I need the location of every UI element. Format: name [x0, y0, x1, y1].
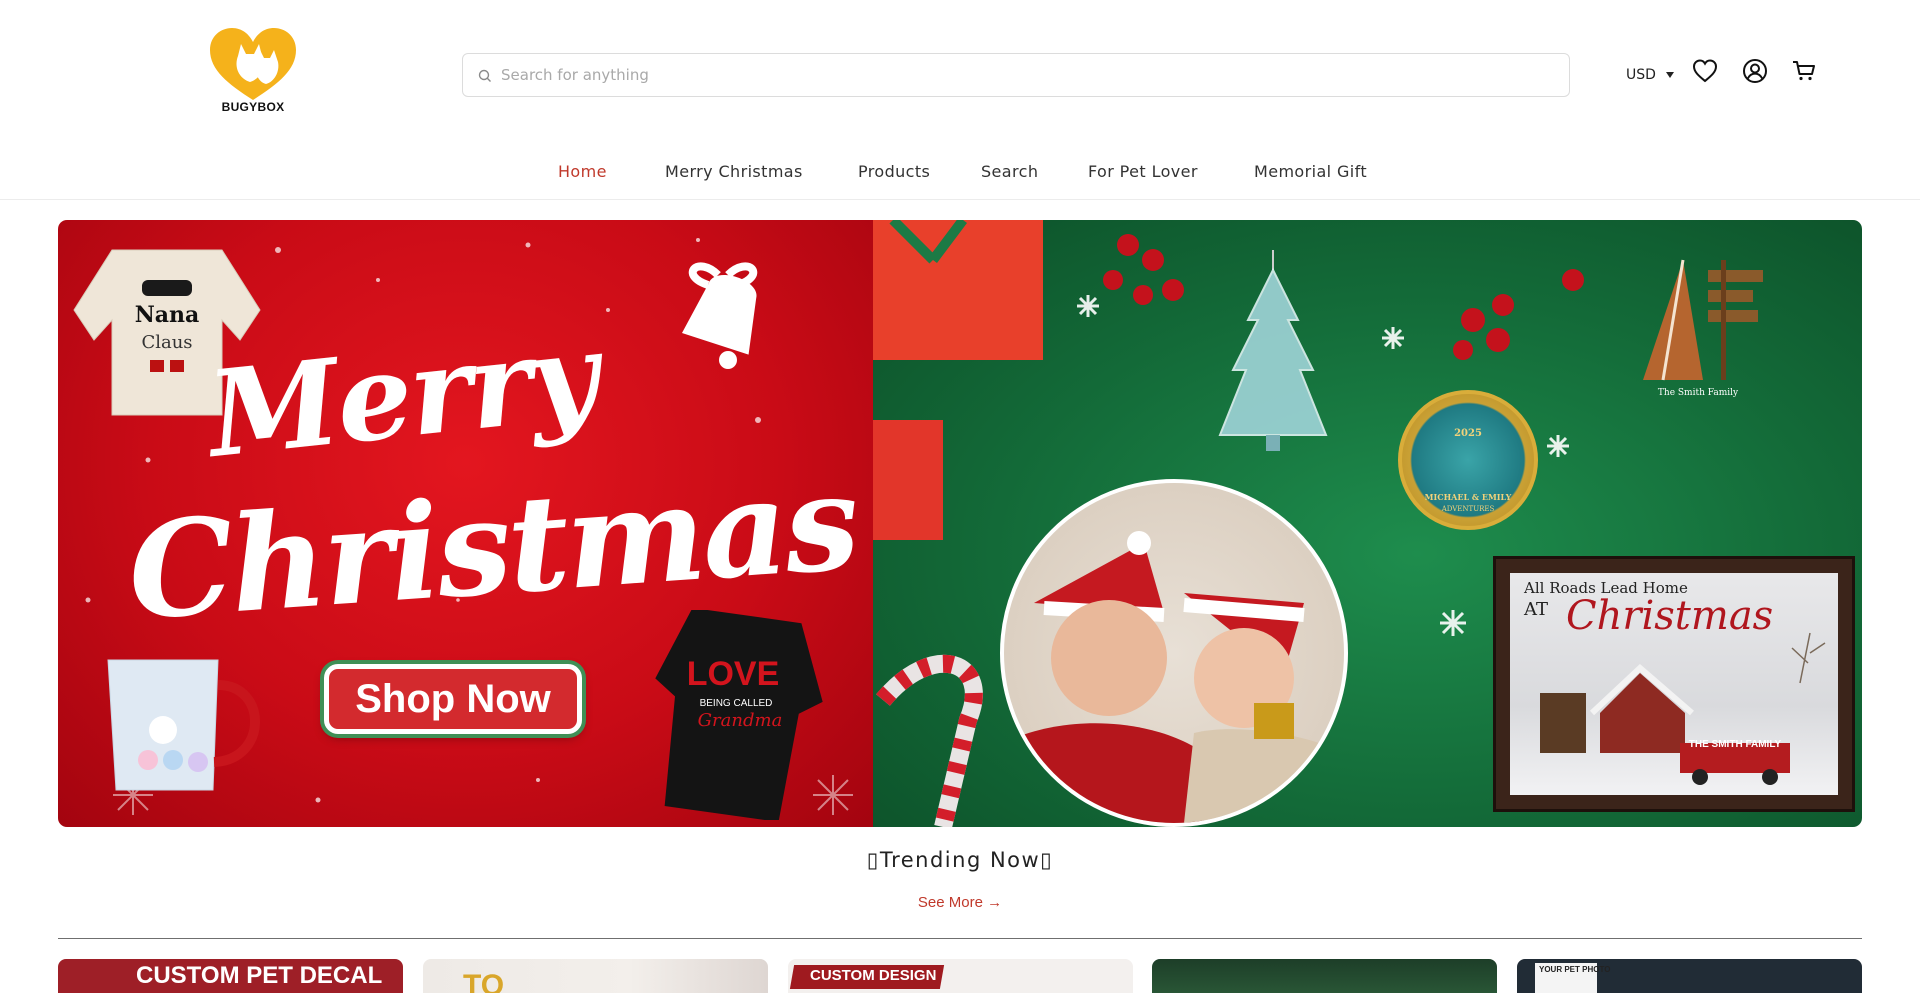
- product-card[interactable]: [1152, 959, 1497, 993]
- brand-name: BUGYBOX: [221, 100, 285, 114]
- cart-icon[interactable]: [1790, 57, 1818, 85]
- product-card-label: YOUR PET PHOTO: [1539, 965, 1611, 974]
- section-title-trending: ▯Trending Now▯: [866, 848, 1054, 872]
- hero-right-panel: 2025 MICHAEL & EMILY ADVENTURES The Smit…: [873, 220, 1862, 827]
- caret-down-icon: [1665, 72, 1674, 78]
- sweater-title-text: Nana: [135, 302, 200, 328]
- mug-image: [107, 659, 260, 791]
- currency-label: USD: [1626, 67, 1656, 83]
- product-card[interactable]: CUSTOM PET DECAL: [58, 959, 403, 993]
- product-card-label: CUSTOM PET DECAL: [136, 962, 383, 989]
- product-card-label: CUSTOM DESIGN: [810, 967, 937, 984]
- see-more-link[interactable]: See More →: [0, 894, 1920, 911]
- kids-photo-image: [1000, 479, 1348, 827]
- svg-text:MICHAEL & EMILY: MICHAEL & EMILY: [1425, 492, 1512, 502]
- svg-text:2025: 2025: [1454, 428, 1482, 439]
- product-card-row: CUSTOM PET DECAL TO CUSTOM DESIGN YOUR P…: [58, 959, 1862, 993]
- nav-item-memorial-gift[interactable]: Memorial Gift: [1254, 162, 1367, 181]
- search-icon[interactable]: [477, 68, 493, 84]
- hero-banner[interactable]: Nana Claus Merry Christmas Shop Now LOVE…: [58, 220, 1862, 827]
- main-nav: Home Merry Christmas Products Search For…: [0, 158, 1920, 188]
- love-sub-text: BEING CALLED: [700, 698, 773, 709]
- hero-left-panel: Nana Claus Merry Christmas Shop Now LOVE…: [58, 220, 873, 827]
- tree-family-text: The Smith Family: [1658, 388, 1739, 398]
- nav-item-for-pet-lover[interactable]: For Pet Lover: [1088, 162, 1198, 181]
- nav-item-merry-christmas[interactable]: Merry Christmas: [665, 162, 803, 181]
- framed-print-image: All Roads Lead Home AT Christmas THE SMI…: [1493, 556, 1855, 812]
- sweater-sub-text: Claus: [141, 332, 192, 353]
- currency-selector[interactable]: USD: [1626, 64, 1674, 86]
- love-script-text: Grandma: [698, 710, 783, 731]
- search-input[interactable]: [501, 54, 1561, 96]
- nav-item-search[interactable]: Search: [981, 162, 1038, 181]
- product-card[interactable]: TO: [423, 959, 768, 993]
- product-card[interactable]: YOUR PET PHOTO: [1517, 959, 1862, 993]
- globe-ornament-image: 2025 MICHAEL & EMILY ADVENTURES: [1398, 390, 1538, 530]
- nav-item-home[interactable]: Home: [558, 162, 607, 181]
- bell-icon: [681, 262, 758, 369]
- user-icon[interactable]: [1741, 57, 1769, 85]
- paw-heart-icon: [210, 28, 296, 100]
- product-card-label: TO: [463, 969, 505, 993]
- svg-text:ADVENTURES: ADVENTURES: [1441, 505, 1495, 513]
- sweater-black-image: LOVE BEING CALLED Grandma: [655, 610, 823, 820]
- product-card[interactable]: CUSTOM DESIGN: [788, 959, 1133, 993]
- nav-item-products[interactable]: Products: [858, 162, 930, 181]
- heart-icon[interactable]: [1691, 57, 1719, 85]
- section-divider: [58, 938, 1862, 939]
- brand-logo[interactable]: BUGYBOX: [208, 26, 298, 118]
- love-text: LOVE: [687, 655, 780, 693]
- tree-ornament-image: [1218, 250, 1328, 451]
- frame-family-text: THE SMITH FAMILY: [1689, 739, 1782, 750]
- search-bar: [462, 53, 1570, 97]
- shop-now-button[interactable]: Shop Now: [324, 664, 582, 734]
- globe-ornament-text: 2025 MICHAEL & EMILY ADVENTURES: [1425, 428, 1512, 513]
- site-header: BUGYBOX USD Home Merry Christmas Product…: [0, 0, 1920, 200]
- gingerbread-tree-image: The Smith Family: [1643, 259, 1763, 398]
